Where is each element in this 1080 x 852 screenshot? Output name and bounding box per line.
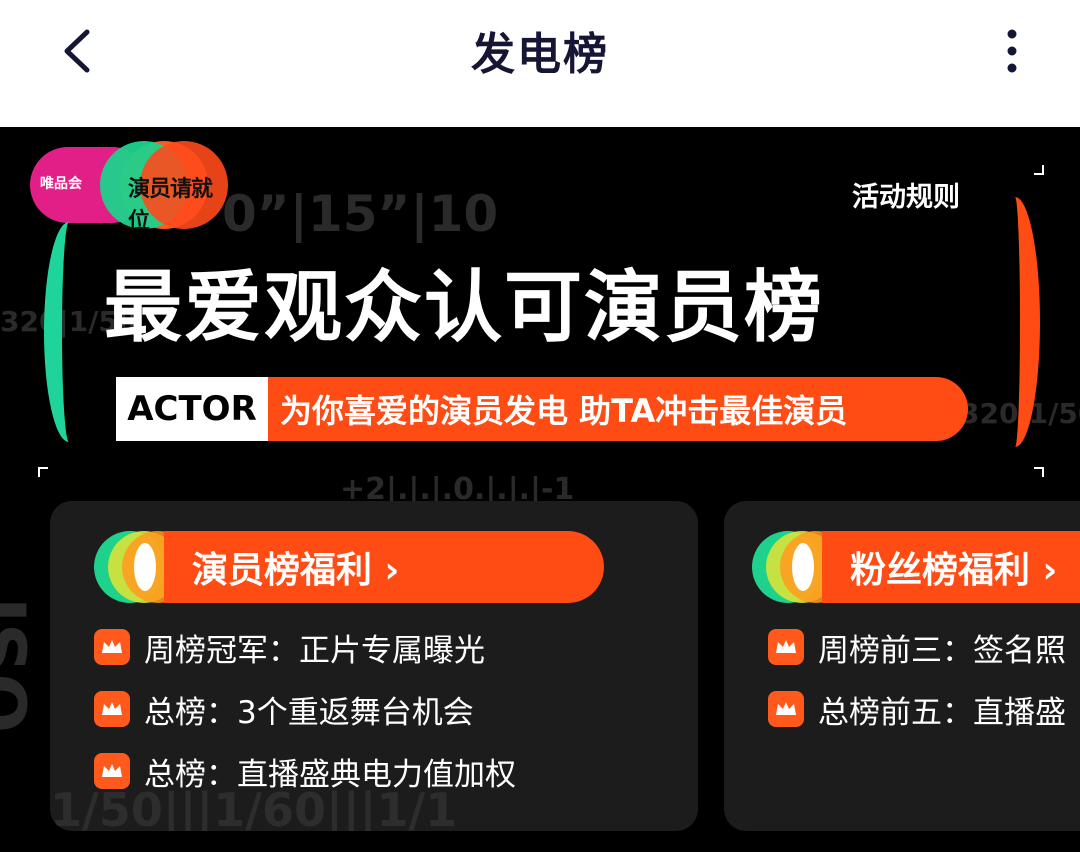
bg-decor-text: ISO: [0, 597, 40, 733]
rules-link[interactable]: 活动规则: [852, 175, 960, 214]
decor-arc-left: [44, 222, 94, 442]
perk-item: 总榜前五：直播盛: [768, 689, 1066, 731]
actor-benefits-card[interactable]: 演员榜福利 › 周榜冠军：正片专属曝光 总榜：3个重返舞台机会 总榜：直播盛典电…: [50, 501, 698, 831]
card-title[interactable]: 演员榜福利 ›: [164, 531, 604, 603]
decor-arc-right: [990, 197, 1040, 447]
show-name: 演员请就位: [128, 177, 213, 234]
fan-benefits-card[interactable]: 粉丝榜福利 › 周榜前三：签名照 总榜前五：直播盛: [724, 501, 1080, 831]
corner-mark: [1034, 467, 1044, 477]
page-title: 发电榜: [471, 29, 609, 80]
perk-item: 总榜：3个重返舞台机会: [94, 689, 474, 731]
corner-mark: [38, 467, 48, 477]
perk-text: 总榜：3个重返舞台机会: [144, 694, 474, 731]
crown-icon: [768, 691, 804, 727]
crown-icon: [768, 629, 804, 665]
more-button[interactable]: [994, 24, 1030, 78]
crown-icon: [94, 629, 130, 665]
promo-banner: 0”|15”|10 320|1/50 320|1/50 +2|.|.|.0.|.…: [0, 127, 1080, 852]
banner-headline: 最爱观众认可演员榜: [104, 263, 825, 353]
brand-name: 唯品会: [40, 176, 82, 192]
perk-text: 周榜前三：签名照: [818, 632, 1066, 669]
bg-decor-text: 1/50|||1/60|||1/1: [50, 783, 458, 831]
actor-label: ACTOR: [116, 377, 268, 441]
perk-text: 总榜前五：直播盛: [818, 694, 1066, 731]
banner-slogan: 为你喜爱的演员发电 助TA冲击最佳演员: [268, 377, 968, 441]
perk-text: 周榜冠军：正片专属曝光: [144, 632, 485, 669]
crown-icon: [94, 691, 130, 727]
card-title[interactable]: 粉丝榜福利 ›: [822, 531, 1080, 603]
top-nav-bar: 发电榜: [0, 0, 1080, 127]
more-vertical-icon: [1007, 29, 1017, 73]
bg-decor-text: 0”|15”|10: [222, 185, 499, 243]
perk-item: 周榜前三：签名照: [768, 627, 1066, 669]
perk-item: 周榜冠军：正片专属曝光: [94, 627, 485, 669]
corner-mark: [1034, 165, 1044, 175]
show-logo: 唯品会 演员请就位: [30, 141, 228, 234]
